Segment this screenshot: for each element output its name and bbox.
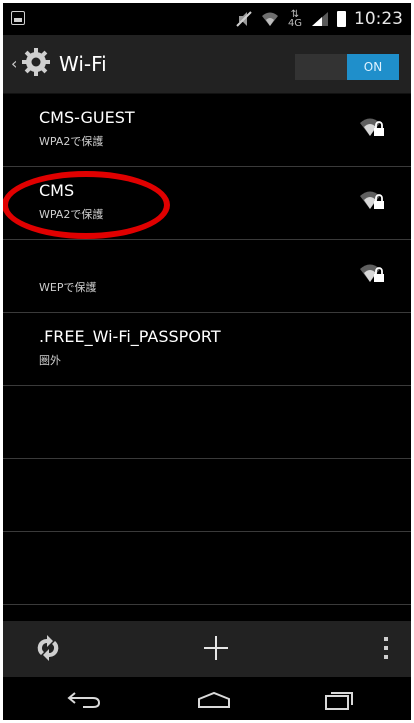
- settings-icon[interactable]: [21, 47, 51, 77]
- wifi-lock-icon: [360, 118, 384, 136]
- nav-bar: [3, 677, 411, 720]
- wifi-status-icon: [262, 12, 278, 26]
- nav-back-icon[interactable]: [65, 689, 103, 709]
- wifi-lock-icon: [360, 191, 384, 209]
- bottom-action-bar: [3, 621, 411, 677]
- network-row[interactable]: CMS-GUEST WPA2で保護: [3, 94, 411, 167]
- refresh-icon[interactable]: [33, 633, 63, 663]
- wifi-toggle[interactable]: ON: [295, 54, 399, 80]
- device-frame: ⇅ 4G 10:23 ‹ Wi-Fi ON CMS-GUEST WPA2で保護 …: [0, 0, 414, 723]
- toggle-on-label: ON: [347, 54, 399, 80]
- network-row[interactable]: .FREE_Wi-Fi_PASSPORT 圏外: [3, 313, 411, 386]
- back-chevron-icon[interactable]: ‹: [11, 54, 17, 73]
- empty-row: [3, 459, 411, 532]
- empty-row: [3, 532, 411, 605]
- screenshot-icon: [11, 11, 25, 25]
- nav-home-icon[interactable]: [195, 691, 233, 709]
- add-icon[interactable]: [203, 635, 229, 661]
- overflow-menu-icon[interactable]: [383, 636, 389, 660]
- signal-icon: [312, 12, 328, 26]
- network-ssid: .FREE_Wi-Fi_PASSPORT: [39, 327, 221, 346]
- status-time: 10:23: [354, 9, 403, 29]
- data-status-icon: ⇅ 4G: [287, 9, 303, 29]
- nav-recents-icon[interactable]: [323, 689, 355, 711]
- wifi-lock-icon: [360, 264, 384, 282]
- network-security: WPA2で保護: [39, 135, 104, 148]
- network-ssid: CMS-GUEST: [39, 108, 135, 127]
- network-security: 圏外: [39, 354, 61, 367]
- page-title: Wi-Fi: [59, 52, 107, 76]
- network-list: CMS-GUEST WPA2で保護 CMS WPA2で保護 WEPで保護 .FR…: [3, 94, 411, 605]
- status-bar: ⇅ 4G 10:23: [3, 3, 411, 35]
- action-bar: ‹ Wi-Fi ON: [3, 35, 411, 94]
- network-security: WEPで保護: [39, 281, 97, 294]
- red-highlight-circle: [3, 171, 170, 239]
- battery-icon: [337, 11, 346, 27]
- network-row[interactable]: WEPで保護: [3, 240, 411, 313]
- empty-row: [3, 386, 411, 459]
- status-icons: ⇅ 4G 10:23: [235, 9, 403, 29]
- screen: ⇅ 4G 10:23 ‹ Wi-Fi ON CMS-GUEST WPA2で保護 …: [3, 3, 411, 720]
- mute-icon: [236, 11, 252, 27]
